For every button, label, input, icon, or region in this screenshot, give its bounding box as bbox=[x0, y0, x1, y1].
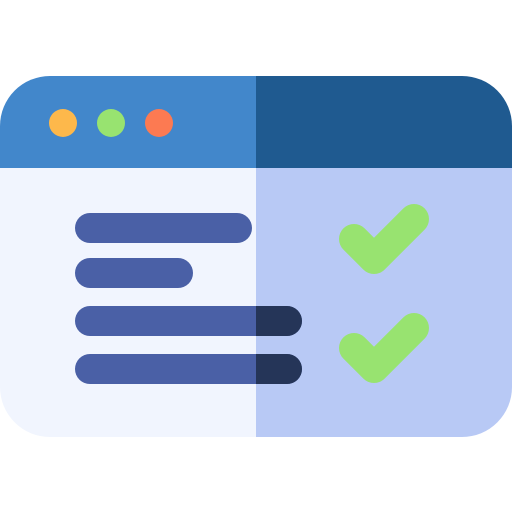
text-line-bar bbox=[75, 258, 193, 288]
text-line-bar bbox=[75, 213, 252, 243]
title-bar-right bbox=[256, 76, 512, 168]
browser-window-icon bbox=[0, 76, 512, 437]
traffic-light-orange bbox=[145, 109, 173, 137]
title-bar-left bbox=[0, 76, 256, 168]
text-line bbox=[75, 213, 252, 243]
text-line bbox=[75, 354, 302, 384]
text-line-shade bbox=[256, 306, 302, 336]
traffic-light-green bbox=[97, 109, 125, 137]
text-line-shade bbox=[256, 354, 302, 384]
content-panel-left bbox=[0, 168, 256, 437]
content-panel-right bbox=[256, 168, 512, 437]
text-line bbox=[75, 306, 302, 336]
traffic-lights bbox=[49, 109, 173, 137]
traffic-light-yellow bbox=[49, 109, 77, 137]
text-line bbox=[75, 258, 193, 288]
checklist-window-illustration bbox=[0, 0, 512, 512]
